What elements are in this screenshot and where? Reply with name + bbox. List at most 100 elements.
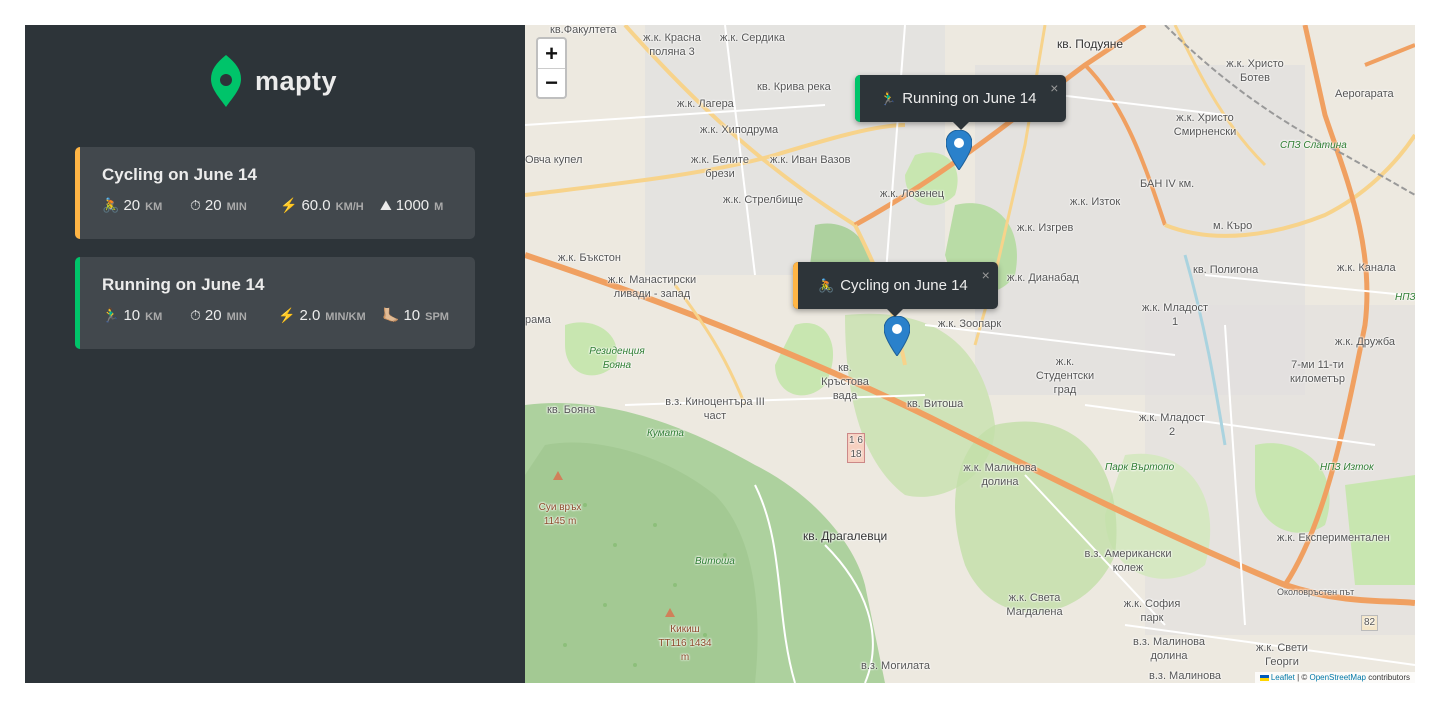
workout-title: Running on June 14 bbox=[102, 275, 265, 294]
sidebar: mapty Cycling on June 14 🚴 20 km ⏱ 20 mi… bbox=[25, 25, 525, 683]
map-label: ж.к. Белите брези bbox=[691, 154, 749, 180]
foot-icon: 🦶🏼 bbox=[382, 307, 400, 323]
distance-unit: km bbox=[145, 311, 163, 323]
duration-unit: min bbox=[226, 311, 247, 323]
map-label: в.з. Малинова долина bbox=[1132, 636, 1206, 662]
popup-text: Cycling on June 14 bbox=[840, 277, 968, 294]
logo-text: mapty bbox=[255, 65, 338, 96]
speed-unit: km/h bbox=[335, 201, 364, 213]
map-label: ж.к. Изток bbox=[1070, 196, 1121, 208]
zoom-in-button[interactable]: + bbox=[538, 39, 565, 68]
osm-link[interactable]: OpenStreetMap bbox=[1309, 673, 1365, 682]
pace-value: 2.0 bbox=[299, 307, 321, 324]
map-attribution: Leaflet | © OpenStreetMap contributors bbox=[1254, 672, 1415, 683]
distance-detail: 🚴 20 km bbox=[102, 197, 162, 214]
cyclist-icon: 🚴 bbox=[102, 197, 120, 213]
map-label: ж.к. Студентски град bbox=[1035, 356, 1095, 396]
map-label: ж.к. Експериментален bbox=[1277, 532, 1390, 544]
map-label: ж.к. Дружба bbox=[1335, 336, 1396, 348]
cadence-unit: spm bbox=[425, 311, 449, 323]
map-label: ж.к. Манастирски ливади - запад bbox=[607, 274, 697, 300]
map-label: Витоша bbox=[695, 556, 735, 567]
map-label: 82 bbox=[1361, 615, 1379, 631]
stopwatch-icon: ⏱ bbox=[190, 307, 201, 323]
workout-item-cycling[interactable]: Cycling on June 14 🚴 20 km ⏱ 20 min ⚡️ bbox=[75, 147, 475, 239]
elevation-value: 1000 bbox=[395, 197, 430, 214]
map-label: кв. Витоша bbox=[907, 398, 964, 410]
map-label: ж.к. София парк bbox=[1123, 598, 1181, 624]
zoom-control: + − bbox=[536, 37, 567, 99]
distance-value: 10 bbox=[123, 307, 141, 324]
map-label: СПЗ Слатина bbox=[1280, 140, 1347, 151]
map-label: 1 6 18 bbox=[847, 433, 865, 463]
map-label: ж.к. Зоопарк bbox=[938, 318, 1002, 330]
elevation-detail: ⛰ 1000 m bbox=[380, 197, 443, 214]
map-marker-icon[interactable] bbox=[884, 316, 910, 356]
workout-popup-running[interactable]: 🏃‍♂️ Running on June 14 × bbox=[855, 75, 1067, 130]
map-label: кв. Бояна bbox=[547, 404, 596, 416]
close-icon[interactable]: × bbox=[1050, 80, 1058, 96]
popup-text: Running on June 14 bbox=[902, 90, 1037, 107]
map-marker-icon[interactable] bbox=[946, 130, 972, 170]
map-label: ж.к. Младост 2 bbox=[1138, 412, 1206, 438]
speed-detail: ⚡️ 60.0 km/h bbox=[280, 197, 364, 214]
map-label: ж.к. Бъкстон bbox=[558, 252, 621, 264]
attribution-text: contributors bbox=[1365, 673, 1410, 682]
map-label: ж.к. Иван Вазов bbox=[770, 154, 851, 166]
map-label: рама bbox=[525, 314, 551, 326]
map-label: Парк Въртопо bbox=[1105, 462, 1175, 473]
map-label: кв. Крива река bbox=[757, 81, 831, 93]
lightning-icon: ⚡️ bbox=[280, 197, 298, 213]
workout-popup-cycling[interactable]: 🚴 Cycling on June 14 × bbox=[793, 262, 998, 317]
map-label: в.з. Американски колеж bbox=[1084, 548, 1172, 574]
lightning-icon: ⚡️ bbox=[278, 307, 296, 323]
cadence-detail: 🦶🏼 10 spm bbox=[382, 307, 449, 324]
map-pin-logo-icon bbox=[211, 55, 241, 107]
zoom-out-button[interactable]: − bbox=[538, 68, 565, 97]
map-label: ж.к. Лагера bbox=[677, 98, 734, 110]
map-label: в.з. Малинова bbox=[1149, 670, 1222, 682]
map-label: ж.к. Малинова долина bbox=[963, 462, 1037, 488]
map-label: кв. Подуяне bbox=[1057, 37, 1123, 51]
runner-icon: 🏃‍♂️ bbox=[102, 307, 120, 323]
workout-list: Cycling on June 14 🚴 20 km ⏱ 20 min ⚡️ bbox=[75, 147, 475, 367]
map-label: ж.к. Стрелбище bbox=[723, 194, 804, 206]
map-label: БАН IV км. bbox=[1140, 178, 1195, 190]
map-label: Аерогарата bbox=[1335, 88, 1394, 100]
map-label: ж.к. Сердика bbox=[720, 32, 786, 44]
map-label: Кумата bbox=[647, 428, 684, 439]
map-label: ж.к. Красна поляна 3 bbox=[643, 32, 701, 58]
pace-detail: ⚡️ 2.0 min/km bbox=[278, 307, 366, 324]
map-label: кв. Полигона bbox=[1193, 264, 1259, 276]
cyclist-icon: 🚴 bbox=[818, 277, 835, 293]
map-label: в.з. Могилата bbox=[861, 660, 930, 672]
map-label: ж.к. Свети Георги bbox=[1256, 642, 1308, 668]
ukraine-flag-icon bbox=[1259, 674, 1269, 681]
cadence-value: 10 bbox=[403, 307, 421, 324]
duration-value: 20 bbox=[204, 307, 222, 324]
logo: mapty bbox=[211, 55, 337, 107]
duration-detail: ⏱ 20 min bbox=[190, 307, 247, 324]
speed-value: 60.0 bbox=[301, 197, 331, 214]
workout-details: 🚴 20 km ⏱ 20 min ⚡️ 60.0 km/h bbox=[102, 197, 453, 217]
map-label: Резиденция Бояна bbox=[589, 346, 645, 371]
duration-value: 20 bbox=[204, 197, 222, 214]
map-label: 7-ми 11-ти километър bbox=[1290, 359, 1345, 385]
map-label: ж.к. Дианабад bbox=[1007, 272, 1079, 284]
map-label: НПЗ bbox=[1395, 292, 1415, 303]
map-label: кв. Кръстова вада bbox=[821, 362, 869, 402]
map-label: Овча купел bbox=[525, 154, 583, 166]
app-container: mapty Cycling on June 14 🚴 20 km ⏱ 20 mi… bbox=[25, 25, 1415, 683]
map[interactable]: кв.Факултета ж.к. Красна поляна 3 ж.к. С… bbox=[525, 25, 1415, 683]
map-label: ж.к. Христо Смирненски bbox=[1173, 112, 1237, 138]
map-label: м. Къро bbox=[1213, 220, 1253, 232]
workout-details: 🏃‍♂️ 10 km ⏱ 20 min ⚡️ 2.0 min/km bbox=[102, 307, 453, 327]
workout-item-running[interactable]: Running on June 14 🏃‍♂️ 10 km ⏱ 20 min ⚡… bbox=[75, 257, 475, 349]
distance-detail: 🏃‍♂️ 10 km bbox=[102, 307, 162, 324]
map-label: НПЗ Изток bbox=[1320, 462, 1374, 473]
leaflet-link[interactable]: Leaflet bbox=[1271, 673, 1295, 682]
map-label: ж.к. Младост 1 bbox=[1141, 302, 1209, 328]
map-label: ж.к. Изгрев bbox=[1017, 222, 1074, 234]
close-icon[interactable]: × bbox=[982, 267, 990, 283]
workout-title: Cycling on June 14 bbox=[102, 165, 257, 184]
